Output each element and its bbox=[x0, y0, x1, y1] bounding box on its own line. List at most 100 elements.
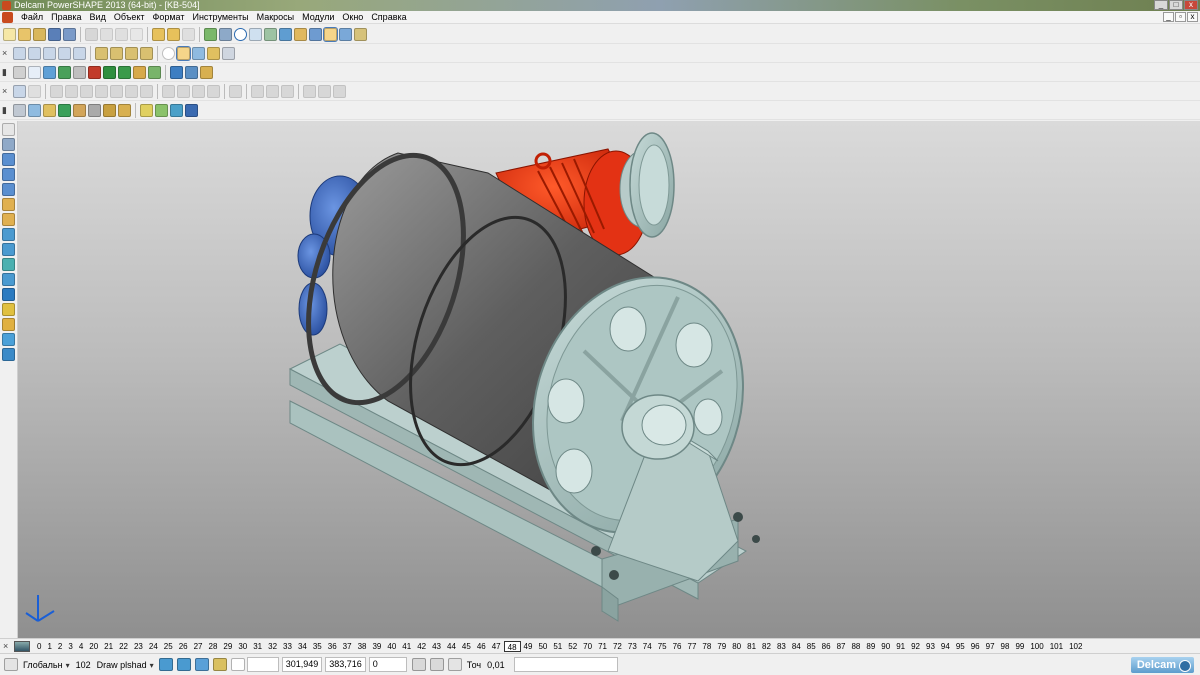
cut-icon[interactable] bbox=[85, 27, 98, 41]
feature-18-icon[interactable] bbox=[333, 84, 346, 98]
level-button[interactable]: 22 bbox=[116, 641, 131, 652]
circle-icon[interactable] bbox=[234, 27, 247, 41]
workplane-select[interactable]: Глобальн bbox=[20, 660, 73, 670]
texture-icon[interactable] bbox=[118, 103, 131, 117]
dimension-icon[interactable] bbox=[279, 27, 292, 41]
level-button[interactable]: 38 bbox=[355, 641, 370, 652]
electrode-icon[interactable] bbox=[339, 27, 352, 41]
palette-icon[interactable] bbox=[140, 103, 153, 117]
feature-3-icon[interactable] bbox=[80, 84, 93, 98]
menu-help[interactable]: Справка bbox=[367, 12, 410, 22]
level-button[interactable]: 35 bbox=[310, 641, 325, 652]
feature-11-icon[interactable] bbox=[207, 84, 220, 98]
red-sphere-icon[interactable] bbox=[88, 65, 101, 79]
level-button[interactable]: 39 bbox=[369, 641, 384, 652]
document-icon-2[interactable] bbox=[28, 65, 41, 79]
wireframe-icon[interactable] bbox=[162, 46, 175, 60]
view-right-icon[interactable] bbox=[43, 46, 56, 60]
hand-icon[interactable] bbox=[222, 46, 235, 60]
level-button[interactable]: 42 bbox=[414, 641, 429, 652]
dimension-tool-icon[interactable] bbox=[2, 273, 15, 286]
feature-12-icon[interactable] bbox=[229, 84, 242, 98]
level-button[interactable]: 83 bbox=[774, 641, 789, 652]
blue-solid-icon[interactable] bbox=[185, 103, 198, 117]
material-icon[interactable] bbox=[43, 103, 56, 117]
levelbar-close-icon[interactable]: × bbox=[0, 641, 14, 651]
mesh-tool-icon[interactable] bbox=[2, 243, 15, 256]
green-solid-icon[interactable] bbox=[58, 103, 71, 117]
save-as-icon[interactable] bbox=[63, 27, 76, 41]
minimize-icon[interactable]: _ bbox=[1154, 0, 1168, 10]
level-button[interactable]: 101 bbox=[1047, 641, 1066, 652]
level-button[interactable]: 87 bbox=[834, 641, 849, 652]
doc-restore-icon[interactable]: ▫ bbox=[1175, 12, 1186, 22]
level-button[interactable]: 97 bbox=[983, 641, 998, 652]
level-button[interactable]: 2 bbox=[55, 641, 65, 652]
doc-close-icon[interactable]: x bbox=[1187, 12, 1198, 22]
feature-10-icon[interactable] bbox=[192, 84, 205, 98]
level-button[interactable]: 86 bbox=[819, 641, 834, 652]
level-button[interactable]: 25 bbox=[161, 641, 176, 652]
zoom-fit-icon[interactable] bbox=[140, 46, 153, 60]
surface-icon[interactable] bbox=[294, 27, 307, 41]
menu-window[interactable]: Окно bbox=[338, 12, 367, 22]
level-button[interactable]: 1 bbox=[44, 641, 54, 652]
level-button[interactable]: 47 bbox=[489, 641, 504, 652]
play-alt-icon[interactable] bbox=[118, 65, 131, 79]
feature-4-icon[interactable] bbox=[95, 84, 108, 98]
redo-icon[interactable] bbox=[167, 27, 180, 41]
level-button[interactable]: 28 bbox=[206, 641, 221, 652]
assembly-tool-icon[interactable] bbox=[2, 318, 15, 331]
toolbar-close-icon[interactable]: × bbox=[2, 86, 12, 96]
snap-alt-icon[interactable] bbox=[176, 658, 191, 671]
level-button[interactable]: 98 bbox=[998, 641, 1013, 652]
level-button[interactable]: 48 bbox=[503, 640, 521, 652]
delete-icon[interactable] bbox=[130, 27, 143, 41]
level-button[interactable]: 96 bbox=[968, 641, 983, 652]
layer-icon[interactable] bbox=[148, 65, 161, 79]
render-icon[interactable] bbox=[170, 103, 183, 117]
level-button[interactable]: 100 bbox=[1027, 641, 1046, 652]
level-button[interactable]: 45 bbox=[459, 641, 474, 652]
level-button[interactable]: 79 bbox=[714, 641, 729, 652]
level-button[interactable]: 72 bbox=[610, 641, 625, 652]
level-button[interactable]: 95 bbox=[953, 641, 968, 652]
menu-object[interactable]: Объект bbox=[110, 12, 149, 22]
new-file-icon[interactable] bbox=[3, 27, 16, 41]
open-file-icon[interactable] bbox=[18, 27, 31, 41]
level-button[interactable]: 90 bbox=[878, 641, 893, 652]
paste-icon[interactable] bbox=[115, 27, 128, 41]
close-icon[interactable]: x bbox=[1184, 0, 1198, 10]
select-arrow-icon[interactable] bbox=[2, 123, 15, 136]
menu-edit[interactable]: Правка bbox=[47, 12, 85, 22]
zoom-out-icon[interactable] bbox=[110, 46, 123, 60]
level-button[interactable]: 73 bbox=[625, 641, 640, 652]
level-button[interactable]: 51 bbox=[550, 641, 565, 652]
doc-minimize-icon[interactable]: _ bbox=[1163, 12, 1174, 22]
level-button[interactable]: 50 bbox=[535, 641, 550, 652]
electrode-tool-icon[interactable] bbox=[2, 288, 15, 301]
view-top-icon[interactable] bbox=[13, 46, 26, 60]
level-button[interactable]: 41 bbox=[399, 641, 414, 652]
menu-view[interactable]: Вид bbox=[86, 12, 110, 22]
menu-file[interactable]: Файл bbox=[17, 12, 47, 22]
level-button[interactable]: 23 bbox=[131, 641, 146, 652]
model-icon[interactable] bbox=[43, 65, 56, 79]
workplane-tool-icon[interactable] bbox=[2, 153, 15, 166]
level-button[interactable]: 92 bbox=[908, 641, 923, 652]
info-icon[interactable] bbox=[170, 65, 183, 79]
text-tool-icon[interactable] bbox=[2, 258, 15, 271]
toolbar-close-icon[interactable]: ▮ bbox=[2, 67, 12, 78]
workplane-status-icon[interactable] bbox=[4, 658, 18, 671]
text-icon[interactable] bbox=[264, 27, 277, 41]
light-icon[interactable] bbox=[207, 46, 220, 60]
level-button[interactable]: 32 bbox=[265, 641, 280, 652]
level-button[interactable]: 85 bbox=[804, 641, 819, 652]
level-button[interactable]: 80 bbox=[729, 641, 744, 652]
level-button[interactable]: 21 bbox=[101, 641, 116, 652]
curve-icon[interactable] bbox=[249, 27, 262, 41]
snap-surface-icon[interactable] bbox=[194, 658, 209, 671]
analysis-tool-icon[interactable] bbox=[2, 333, 15, 346]
toolbar-close-icon[interactable]: ▮ bbox=[2, 105, 12, 116]
line-icon[interactable] bbox=[219, 27, 232, 41]
